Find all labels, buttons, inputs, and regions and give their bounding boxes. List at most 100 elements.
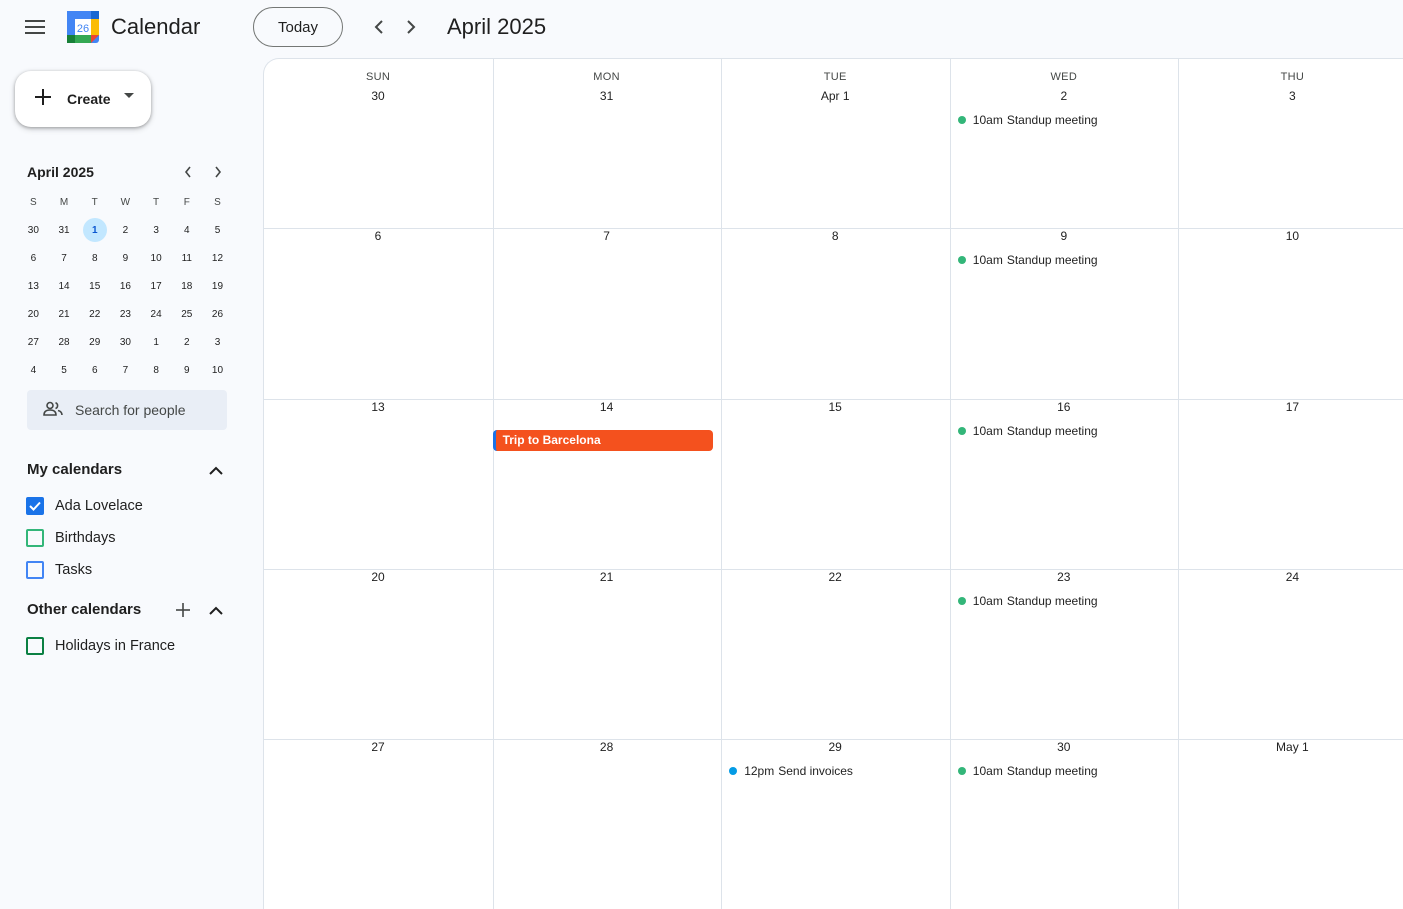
- calendar-list-item[interactable]: Holidays in France: [26, 635, 175, 657]
- my-calendars-heading[interactable]: My calendars: [27, 460, 122, 480]
- mini-day[interactable]: 24: [141, 300, 172, 328]
- mini-day[interactable]: 25: [171, 300, 202, 328]
- event-time: 10am: [972, 113, 1003, 127]
- day-number[interactable]: 17: [1178, 400, 1403, 414]
- mini-day[interactable]: 18: [171, 272, 202, 300]
- mini-day[interactable]: 3: [202, 328, 233, 356]
- day-number[interactable]: 28: [493, 740, 721, 754]
- mini-day[interactable]: 26: [202, 300, 233, 328]
- day-number[interactable]: 3: [1178, 89, 1403, 103]
- mini-day[interactable]: 9: [171, 356, 202, 384]
- mini-day[interactable]: 29: [79, 328, 110, 356]
- mini-day[interactable]: 5: [49, 356, 80, 384]
- mini-day[interactable]: 28: [49, 328, 80, 356]
- mini-day[interactable]: 27: [18, 328, 49, 356]
- mini-day[interactable]: 3: [141, 216, 172, 244]
- mini-day[interactable]: 13: [18, 272, 49, 300]
- mini-day[interactable]: 19: [202, 272, 233, 300]
- mini-day[interactable]: 2: [110, 216, 141, 244]
- chevron-right-icon: [215, 166, 222, 178]
- mini-day[interactable]: 2: [171, 328, 202, 356]
- my-calendars-collapse-button[interactable]: [204, 458, 228, 482]
- day-number[interactable]: 2: [950, 89, 1178, 103]
- timed-event-chip[interactable]: 10am Standup meeting: [957, 761, 1098, 781]
- mini-day-label: 6: [91, 364, 98, 376]
- day-number[interactable]: Apr 1: [721, 89, 949, 103]
- people-search-input[interactable]: [75, 390, 223, 430]
- day-number[interactable]: 30: [264, 89, 492, 103]
- timed-event-chip[interactable]: 10am Standup meeting: [957, 591, 1098, 611]
- mini-day[interactable]: 8: [141, 356, 172, 384]
- mini-day[interactable]: 4: [171, 216, 202, 244]
- mini-day[interactable]: 14: [49, 272, 80, 300]
- mini-day[interactable]: 4: [18, 356, 49, 384]
- day-number[interactable]: 20: [264, 570, 492, 584]
- day-number[interactable]: 9: [950, 229, 1178, 243]
- mini-day[interactable]: 16: [110, 272, 141, 300]
- mini-day[interactable]: 30: [110, 328, 141, 356]
- calendar-list-item[interactable]: Ada Lovelace: [26, 495, 143, 517]
- checkbox-unchecked[interactable]: [26, 529, 44, 547]
- mini-day[interactable]: 5: [202, 216, 233, 244]
- mini-day[interactable]: 6: [18, 244, 49, 272]
- timed-event-chip[interactable]: 10am Standup meeting: [957, 421, 1098, 441]
- day-number[interactable]: 24: [1178, 570, 1403, 584]
- day-number[interactable]: 16: [950, 400, 1178, 414]
- day-number[interactable]: 8: [721, 229, 949, 243]
- day-number[interactable]: May 1: [1178, 740, 1403, 754]
- timed-event-chip[interactable]: 10am Standup meeting: [957, 250, 1098, 270]
- add-other-calendar-button[interactable]: [171, 598, 195, 622]
- mini-day[interactable]: 9: [110, 244, 141, 272]
- day-number[interactable]: 31: [493, 89, 721, 103]
- mini-day[interactable]: 10: [202, 356, 233, 384]
- mini-day[interactable]: 23: [110, 300, 141, 328]
- mini-day[interactable]: 8: [79, 244, 110, 272]
- checkbox-unchecked[interactable]: [26, 561, 44, 579]
- calendar-list-item[interactable]: Birthdays: [26, 527, 115, 549]
- mini-day[interactable]: 30: [18, 216, 49, 244]
- day-number[interactable]: 15: [721, 400, 949, 414]
- checkbox-checked[interactable]: [26, 497, 44, 515]
- day-number[interactable]: 23: [950, 570, 1178, 584]
- mini-day[interactable]: 10: [141, 244, 172, 272]
- mini-day[interactable]: 20: [18, 300, 49, 328]
- mini-day[interactable]: 22: [79, 300, 110, 328]
- mini-day[interactable]: 7: [110, 356, 141, 384]
- day-number[interactable]: 7: [493, 229, 721, 243]
- day-number[interactable]: 14: [493, 400, 721, 414]
- mini-day-label: 21: [58, 308, 70, 320]
- mini-day[interactable]: 12: [202, 244, 233, 272]
- today-button[interactable]: Today: [253, 7, 343, 47]
- main-menu-button[interactable]: [15, 7, 55, 47]
- mini-day[interactable]: 7: [49, 244, 80, 272]
- day-number[interactable]: 13: [264, 400, 492, 414]
- mini-day[interactable]: 1: [141, 328, 172, 356]
- mini-day[interactable]: 6: [79, 356, 110, 384]
- day-number[interactable]: 29: [721, 740, 949, 754]
- calendar-list-item[interactable]: Tasks: [26, 559, 92, 581]
- mini-calendar-prev-button[interactable]: [176, 160, 200, 184]
- hamburger-menu-icon: [25, 20, 45, 34]
- mini-day[interactable]: 11: [171, 244, 202, 272]
- mini-day[interactable]: 31: [49, 216, 80, 244]
- day-number[interactable]: 30: [950, 740, 1178, 754]
- mini-day[interactable]: 21: [49, 300, 80, 328]
- all-day-event-bar[interactable]: Trip to Barcelona: [492, 429, 714, 451]
- day-number[interactable]: 22: [721, 570, 949, 584]
- day-number[interactable]: 6: [264, 229, 492, 243]
- previous-period-button[interactable]: [363, 11, 395, 43]
- day-number[interactable]: 10: [1178, 229, 1403, 243]
- timed-event-chip[interactable]: 12pm Send invoices: [729, 761, 853, 781]
- timed-event-chip[interactable]: 10am Standup meeting: [957, 110, 1098, 130]
- next-period-button[interactable]: [395, 11, 427, 43]
- mini-calendar-next-button[interactable]: [206, 160, 230, 184]
- day-number[interactable]: 27: [264, 740, 492, 754]
- mini-day-selected[interactable]: 1: [79, 216, 110, 244]
- create-button[interactable]: Create: [15, 71, 151, 127]
- day-number[interactable]: 21: [493, 570, 721, 584]
- mini-day[interactable]: 15: [79, 272, 110, 300]
- mini-day[interactable]: 17: [141, 272, 172, 300]
- other-calendars-collapse-button[interactable]: [204, 598, 228, 622]
- checkbox-unchecked[interactable]: [26, 637, 44, 655]
- other-calendars-heading[interactable]: Other calendars: [27, 600, 141, 620]
